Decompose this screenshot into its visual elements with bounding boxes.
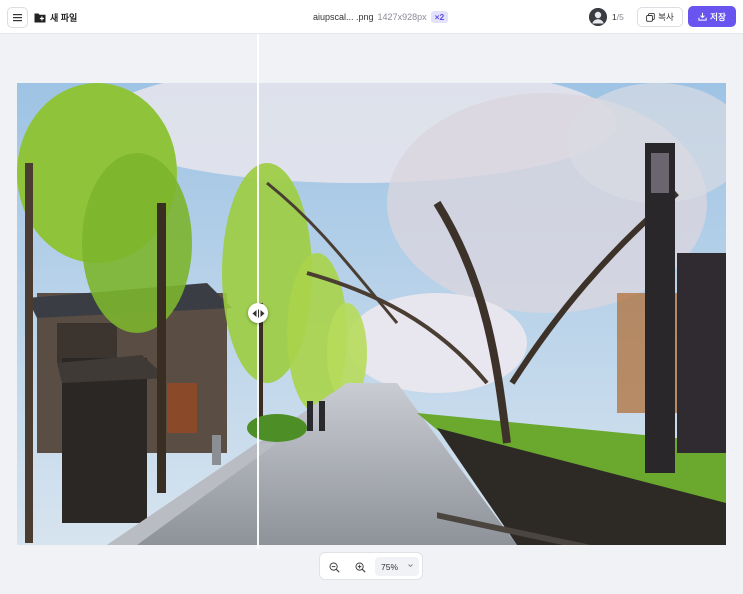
file-info: aiupscal... .png 1427x928px ×2 [313,11,449,23]
comparison-handle[interactable] [248,303,269,323]
folder-icon [34,13,46,22]
zoom-out-icon [329,562,340,573]
menu-button[interactable] [7,7,28,28]
new-file-button[interactable]: 새 파일 [34,10,77,24]
save-label: 저장 [710,11,726,22]
file-dimensions: 1427x928px [377,12,427,22]
zoom-level-select[interactable]: 75% [375,557,419,576]
file-name: aiupscal... .png [313,12,374,22]
avatar[interactable] [589,8,607,26]
credits-counter: 1/5 [612,12,624,22]
copy-button[interactable]: 복사 [637,7,683,27]
save-button[interactable]: 저장 [688,6,736,27]
street-photo [17,83,726,545]
zoom-level-value: 75% [381,561,399,572]
top-bar: 새 파일 aiupscal... .png 1427x928px ×2 1/5 … [0,0,743,34]
new-file-label: 새 파일 [50,12,78,23]
comparison-divider[interactable] [257,34,260,549]
zoom-in-icon [355,562,366,573]
scale-badge: ×2 [430,11,449,23]
image-comparison-viewer[interactable] [17,83,726,545]
credits-total: 5 [619,12,624,22]
chevron-down-icon [408,564,413,568]
zoom-toolbar: 75% [319,552,423,580]
zoom-in-button[interactable] [352,559,368,575]
user-icon [589,8,607,26]
compare-arrows-icon [252,309,265,317]
menu-icon [13,14,22,22]
download-icon [698,12,707,21]
copy-icon [646,12,655,22]
zoom-out-button[interactable] [326,559,342,575]
copy-label: 복사 [658,12,674,22]
